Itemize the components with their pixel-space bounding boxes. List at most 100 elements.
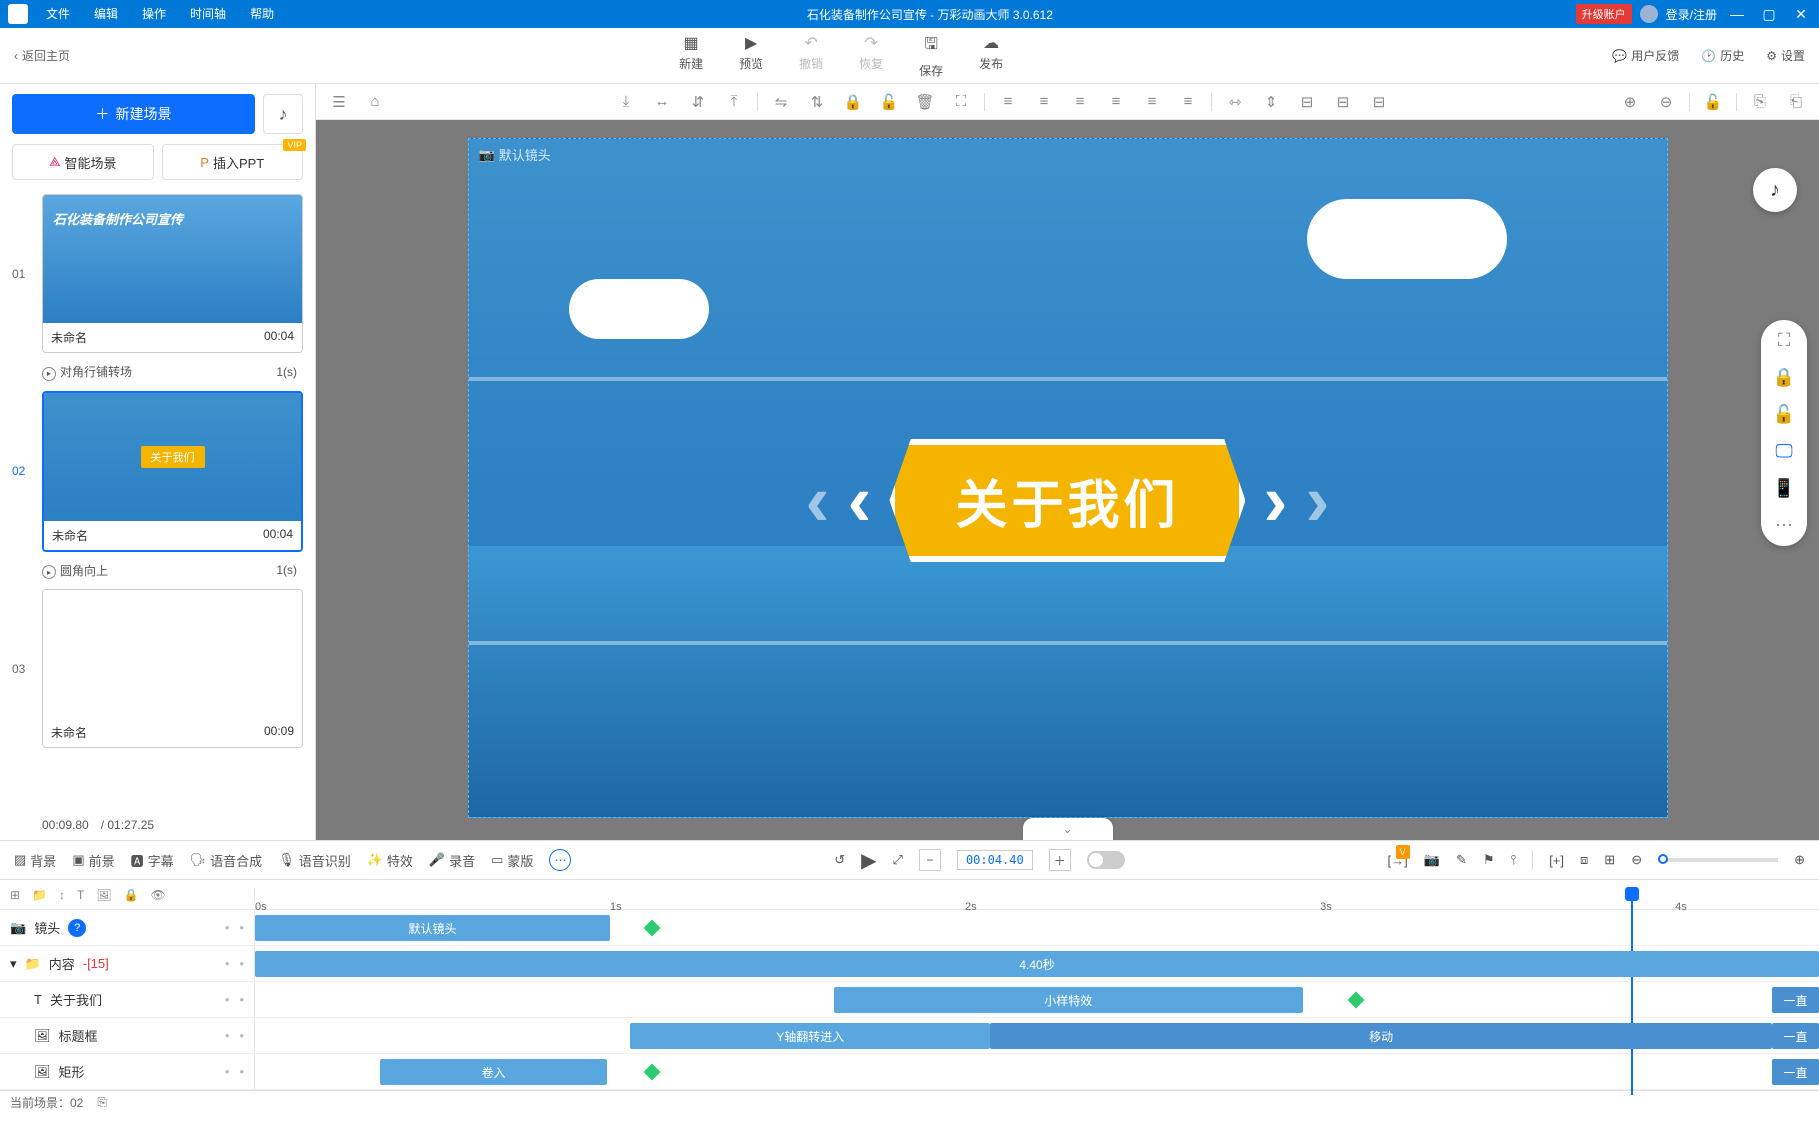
align-left-button[interactable]: ≡: [995, 93, 1021, 110]
align-tool[interactable]: ⊟: [1330, 93, 1356, 111]
copy-button[interactable]: ⎘: [1747, 93, 1773, 110]
track-option[interactable]: •: [225, 992, 230, 1007]
undo-button[interactable]: ↶撤销: [799, 33, 823, 79]
track-option[interactable]: •: [239, 992, 244, 1007]
chevron-down-icon[interactable]: ▾: [10, 956, 17, 972]
collapse-canvas-button[interactable]: ⌄: [1023, 818, 1113, 840]
display-icon[interactable]: 🖵: [1775, 441, 1792, 462]
publish-button[interactable]: ☁发布: [979, 33, 1003, 79]
folder-button[interactable]: 📁: [32, 888, 47, 902]
text-track-button[interactable]: T: [77, 888, 84, 902]
feedback-button[interactable]: 💬用户反馈: [1612, 47, 1679, 64]
trash-button[interactable]: 🗑: [912, 93, 938, 111]
tts-button[interactable]: 🗣语音合成: [190, 851, 263, 870]
close-button[interactable]: ✕: [1789, 4, 1813, 24]
flip-v-button[interactable]: ⇅: [804, 93, 830, 111]
redo-button[interactable]: ↷恢复: [859, 33, 883, 79]
title-clip-1[interactable]: Y轴翻转进入: [630, 1023, 990, 1049]
keyframe-icon[interactable]: [644, 920, 661, 937]
record-button[interactable]: 🎤录音: [429, 851, 475, 870]
layers-button[interactable]: ☰: [326, 93, 352, 111]
help-button[interactable]: ?: [68, 919, 86, 937]
text-tail-clip[interactable]: 一直: [1772, 987, 1819, 1013]
upgrade-button[interactable]: 升级账户: [1576, 4, 1632, 24]
unlock-button[interactable]: 🔓: [876, 93, 902, 111]
track-option[interactable]: •: [225, 1064, 230, 1079]
camera-button[interactable]: 📷: [1424, 852, 1440, 868]
more-button[interactable]: ⋯: [549, 849, 571, 871]
background-button[interactable]: ▨背景: [14, 851, 56, 870]
track-option[interactable]: •: [239, 1028, 244, 1043]
flag-button[interactable]: ⚑: [1483, 852, 1495, 868]
lock-icon[interactable]: 🔒: [1773, 367, 1795, 388]
track-option[interactable]: •: [225, 920, 230, 935]
title-tail-clip[interactable]: 一直: [1772, 1023, 1819, 1049]
scene-item-1[interactable]: 01 石化装备制作公司宣传 未命名00:04: [12, 194, 303, 353]
track-option[interactable]: •: [239, 920, 244, 935]
scene-music-button[interactable]: ♪: [263, 94, 303, 134]
align-middle-button[interactable]: ≡: [1139, 93, 1165, 110]
scene-item-3[interactable]: 03 未命名00:09: [12, 589, 303, 748]
title-clip-2[interactable]: 移动: [990, 1023, 1772, 1049]
status-icon[interactable]: ⎘: [97, 1095, 107, 1110]
align-tool[interactable]: ⊟: [1366, 93, 1392, 111]
slide[interactable]: 📷 默认镜头 ‹ ‹ 关于我们 › ›: [468, 138, 1668, 818]
track-option[interactable]: •: [239, 956, 244, 971]
preview-button[interactable]: ▶预览: [739, 33, 763, 79]
expand-button[interactable]: ⤢: [893, 852, 903, 868]
align-tool[interactable]: ⤒: [721, 93, 747, 110]
align-bottom-button[interactable]: ≡: [1175, 93, 1201, 110]
zoom-in-timeline-button[interactable]: ⊕: [1794, 852, 1805, 868]
camera-clip[interactable]: 默认镜头: [255, 915, 610, 941]
zoom-out-timeline-button[interactable]: ⊖: [1631, 852, 1642, 868]
subtitle-button[interactable]: 🅰字幕: [131, 851, 174, 870]
lock-track-button[interactable]: 🔒: [124, 888, 139, 902]
keyframe-icon[interactable]: [644, 1064, 661, 1081]
rect-clip[interactable]: 卷入: [380, 1059, 607, 1085]
align-tool[interactable]: ⤓: [613, 93, 639, 110]
paste-button[interactable]: ⎗: [1783, 93, 1809, 110]
text-clip[interactable]: 小样特效: [834, 987, 1303, 1013]
filter-button[interactable]: ⫯: [1511, 852, 1517, 868]
zoom-out-button[interactable]: ⊖: [1653, 93, 1679, 111]
align-top-button[interactable]: ≡: [1103, 93, 1129, 110]
image-track-button[interactable]: 🖼: [96, 888, 111, 902]
menu-operate[interactable]: 操作: [132, 0, 176, 28]
maximize-button[interactable]: ▢: [1757, 4, 1781, 24]
ai-scene-button[interactable]: ⟁智能场景: [12, 144, 154, 180]
scene-item-2[interactable]: 02 关于我们 未命名00:04: [12, 391, 303, 552]
align-tool[interactable]: ⇵: [685, 93, 711, 111]
align-center-button[interactable]: ≡: [1031, 93, 1057, 110]
asr-button[interactable]: 🎙语音识别: [278, 851, 351, 870]
lock-button[interactable]: 🔒: [840, 93, 866, 111]
minimize-button[interactable]: —: [1725, 4, 1749, 24]
distribute-h-button[interactable]: ⇿: [1222, 93, 1248, 111]
new-scene-button[interactable]: ＋新建场景: [12, 94, 255, 134]
align-tool[interactable]: ⊟: [1294, 93, 1320, 111]
menu-edit[interactable]: 编辑: [84, 0, 128, 28]
menu-file[interactable]: 文件: [36, 0, 80, 28]
fullscreen-icon[interactable]: ⛶: [1778, 330, 1791, 351]
mobile-icon[interactable]: 📱: [1773, 478, 1795, 499]
back-home-button[interactable]: ‹ 返回主页: [14, 47, 70, 64]
more-icon[interactable]: ⋯: [1775, 515, 1793, 536]
time-plus-button[interactable]: ＋: [1049, 849, 1071, 871]
home-button[interactable]: ⌂: [362, 93, 388, 110]
menu-help[interactable]: 帮助: [240, 0, 284, 28]
edit-button[interactable]: ✎: [1456, 852, 1467, 868]
track-option[interactable]: •: [239, 1064, 244, 1079]
track-option[interactable]: •: [225, 1028, 230, 1043]
align-tool[interactable]: ↔: [649, 93, 675, 110]
foreground-button[interactable]: ▣前景: [72, 851, 114, 870]
sort-button[interactable]: ↕: [59, 888, 65, 902]
marker-button[interactable]: [+]: [1549, 853, 1564, 868]
keyframe-button[interactable]: ⧈: [1580, 852, 1588, 868]
distribute-v-button[interactable]: ⇕: [1258, 93, 1284, 111]
transition-1[interactable]: ▸对角行铺转场 1(s): [12, 359, 303, 391]
content-clip[interactable]: 4.40秒: [255, 951, 1819, 977]
login-button[interactable]: 登录/注册: [1666, 6, 1717, 23]
unlock-icon[interactable]: 🔓: [1773, 404, 1795, 425]
layout-button[interactable]: ⊞: [1604, 852, 1615, 868]
visibility-button[interactable]: 👁: [151, 888, 166, 902]
zoom-in-button[interactable]: ⊕: [1617, 93, 1643, 111]
